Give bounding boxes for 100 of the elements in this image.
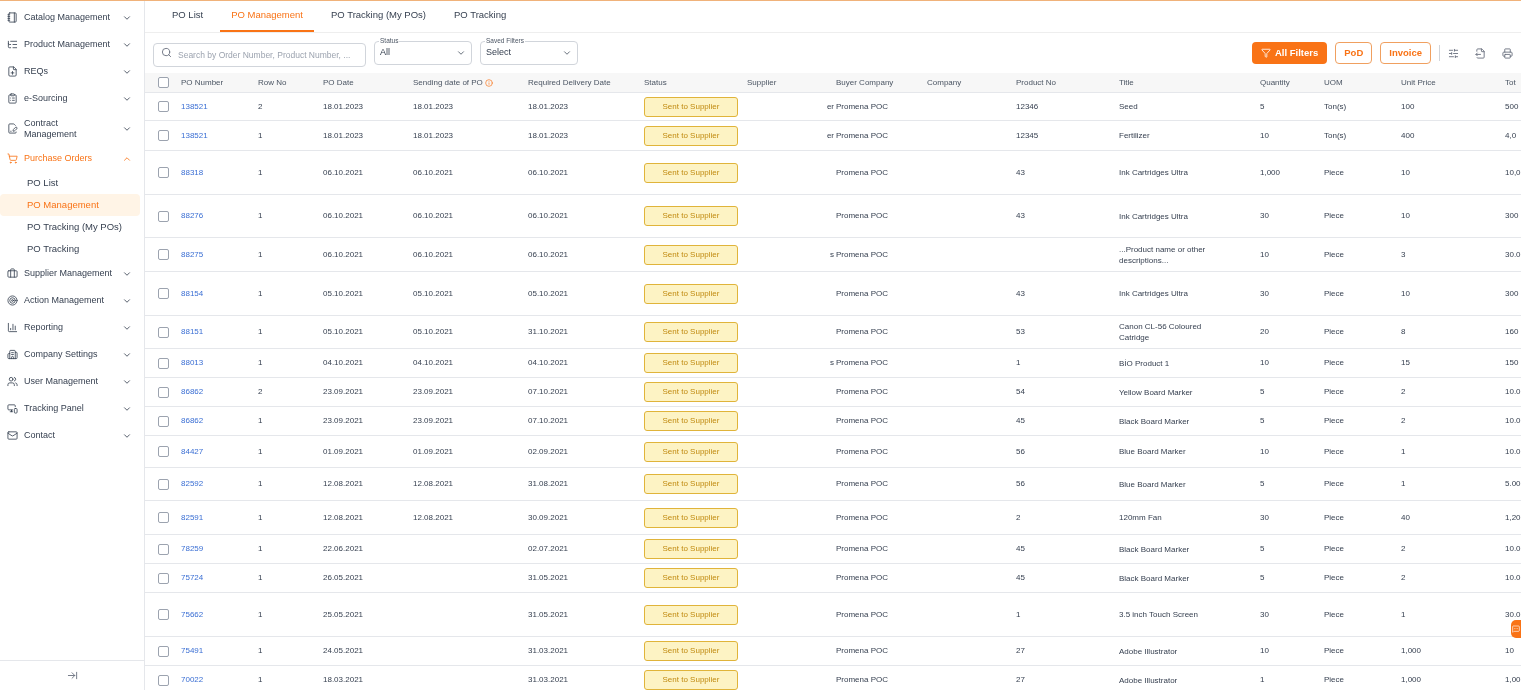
- po-link[interactable]: 78259: [181, 544, 204, 553]
- table-cell-text: Ink Cartridges Ultra: [1119, 167, 1189, 178]
- po-link[interactable]: 75724: [181, 573, 204, 582]
- table-cell: 5: [1260, 101, 1265, 111]
- table-cell: Promena POC: [836, 609, 889, 619]
- checkbox[interactable]: [157, 478, 169, 490]
- checkbox[interactable]: [157, 645, 169, 657]
- po-link[interactable]: 138521: [181, 101, 208, 111]
- table-cell-text: er: [825, 100, 835, 113]
- print-icon[interactable]: [1502, 47, 1513, 59]
- checkbox[interactable]: [157, 326, 169, 338]
- checkbox[interactable]: [157, 249, 169, 260]
- table-cell: Piece: [1324, 211, 1344, 220]
- sidebar-item[interactable]: Product Management: [0, 31, 144, 58]
- table-cell: 23.09.2021: [413, 387, 454, 396]
- sidebar-item[interactable]: Contact: [0, 422, 144, 449]
- tab[interactable]: PO Tracking (My POs): [320, 1, 437, 32]
- checkbox[interactable]: [157, 210, 169, 222]
- sidebar-subitem[interactable]: PO Management: [0, 194, 140, 216]
- table-cell: 45: [1016, 573, 1025, 582]
- po-link[interactable]: 86862: [181, 416, 204, 425]
- sidebar-item[interactable]: Company Settings: [0, 341, 144, 368]
- tab[interactable]: PO Management: [220, 1, 314, 32]
- table-cell: 1,000: [1401, 675, 1422, 684]
- po-link[interactable]: 75662: [181, 609, 204, 619]
- table-cell-text: s: [829, 357, 835, 369]
- checkbox[interactable]: [157, 415, 169, 427]
- po-link[interactable]: 70022: [181, 675, 204, 684]
- sidebar-item[interactable]: Purchase Orders: [0, 145, 144, 172]
- po-link[interactable]: 88013: [181, 358, 204, 367]
- chat-button[interactable]: [1511, 620, 1521, 638]
- table-cell: Promena POC: [836, 512, 889, 522]
- table-cell: 45: [1016, 416, 1025, 425]
- po-link[interactable]: 88151: [181, 327, 204, 336]
- sidebar-item[interactable]: Catalog Management: [0, 4, 144, 31]
- sidebar-item[interactable]: Action Management: [0, 287, 144, 314]
- sidebar-item[interactable]: e-Sourcing: [0, 85, 144, 112]
- column-header: Product No: [1016, 76, 1057, 89]
- table-cell: 10: [1401, 167, 1410, 177]
- sidebar-item[interactable]: Supplier Management: [0, 260, 144, 287]
- checkbox[interactable]: [157, 543, 169, 555]
- settings-icon[interactable]: [1448, 47, 1459, 59]
- sidebar-subitem[interactable]: PO List: [0, 172, 140, 194]
- checkbox[interactable]: [157, 386, 169, 398]
- po-link[interactable]: 88154: [181, 288, 204, 298]
- table-cell: 06.10.2021: [413, 249, 454, 259]
- sidebar-item[interactable]: Contract Management: [0, 112, 144, 145]
- checkbox[interactable]: [157, 101, 169, 112]
- sidebar-subitem[interactable]: PO Tracking (My POs): [0, 216, 140, 238]
- action-button[interactable]: PoD: [1335, 42, 1373, 64]
- checkbox[interactable]: [157, 512, 169, 523]
- tab[interactable]: PO Tracking: [443, 1, 518, 32]
- tree-list-icon: [7, 39, 18, 50]
- po-link[interactable]: 88318: [181, 167, 204, 177]
- table-cell: 5.00: [1505, 479, 1521, 488]
- table-cell: Promena POC: [836, 358, 889, 367]
- po-link[interactable]: 82591: [181, 512, 204, 522]
- checkbox[interactable]: [157, 446, 169, 457]
- po-link[interactable]: 82592: [181, 479, 204, 488]
- po-link[interactable]: 86862: [181, 387, 204, 396]
- tab[interactable]: PO List: [161, 1, 215, 32]
- po-link[interactable]: 138521: [181, 130, 208, 140]
- table-cell: 12.08.2021: [413, 512, 454, 522]
- collapse-sidebar-icon[interactable]: [66, 670, 78, 681]
- table-cell: 1: [258, 544, 263, 553]
- table-cell: Promena POC: [836, 416, 889, 425]
- table-cell: 30.09.2021: [528, 512, 569, 522]
- search-field[interactable]: Search by Order Number, Product Number, ...: [153, 43, 366, 67]
- search-icon: [161, 47, 172, 58]
- column-header: Sending date of PO: [413, 76, 483, 89]
- po-link[interactable]: 84427: [181, 446, 204, 456]
- filter-button[interactable]: All Filters: [1251, 42, 1328, 64]
- table-cell: 22.06.2021: [323, 544, 364, 553]
- sidebar-item[interactable]: Reporting: [0, 314, 144, 341]
- sidebar-item[interactable]: REQs: [0, 58, 144, 85]
- checkbox[interactable]: [157, 609, 169, 620]
- table-cell-text: s: [829, 248, 835, 261]
- po-link[interactable]: 88275: [181, 249, 204, 259]
- export-icon[interactable]: [1475, 47, 1486, 59]
- table-cell: 07.10.2021: [528, 416, 569, 425]
- table-cell: 04.10.2021: [323, 358, 364, 367]
- table-cell: 1: [258, 211, 263, 220]
- sidebar-item[interactable]: Tracking Panel: [0, 395, 144, 422]
- sidebar-subitem[interactable]: PO Tracking: [0, 238, 140, 260]
- table-cell-text: Seed: [1119, 101, 1139, 112]
- checkbox[interactable]: [157, 572, 169, 584]
- checkbox[interactable]: [157, 357, 169, 369]
- po-link[interactable]: 75491: [181, 646, 204, 655]
- table-cell-text: Fertilizer: [1119, 130, 1151, 141]
- checkbox[interactable]: [157, 674, 169, 686]
- po-link[interactable]: 88276: [181, 211, 204, 220]
- sidebar-item[interactable]: User Management: [0, 368, 144, 395]
- checkbox[interactable]: [157, 288, 169, 299]
- table-cell: Ton(s): [1324, 101, 1347, 111]
- action-button[interactable]: Invoice: [1380, 42, 1431, 64]
- checkbox[interactable]: [157, 167, 169, 178]
- checkbox[interactable]: [157, 77, 169, 88]
- checkbox[interactable]: [157, 130, 169, 141]
- table-cell: 5: [1260, 416, 1265, 425]
- table-cell: 31.05.2021: [528, 573, 569, 582]
